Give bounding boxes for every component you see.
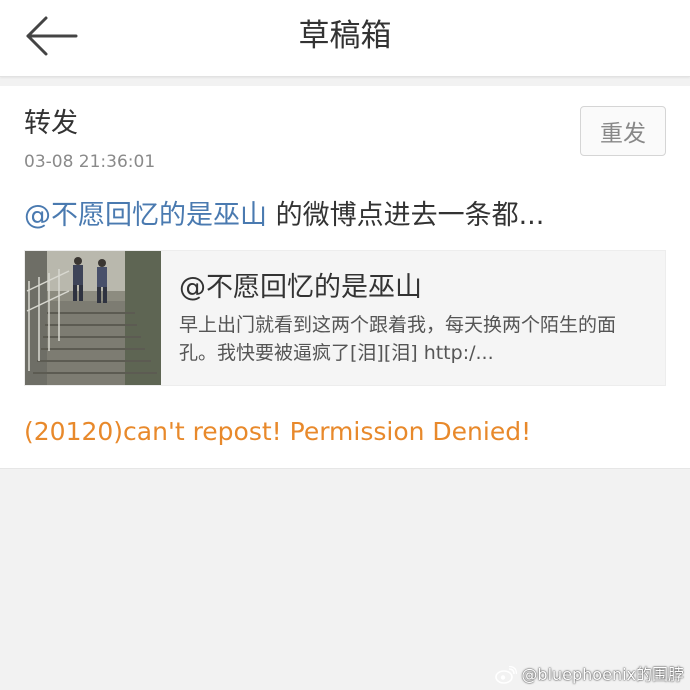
quoted-post-author: @不愿回忆的是巫山 [179, 272, 422, 303]
weibo-logo-icon [495, 666, 518, 684]
error-message: (20120)can't repost! Permission Denied! [24, 417, 532, 446]
top-bar: 草稿箱 [0, 0, 690, 77]
draft-item[interactable]: 转发 03-08 21:36:01 重发 @不愿回忆的是巫山 的微博点进去一条都… [0, 86, 690, 469]
draft-timestamp: 03-08 21:36:01 [24, 152, 156, 172]
post-text-rest: 的微博点进去一条都... [267, 200, 545, 231]
quoted-post-body: 早上出门就看到这两个跟着我，每天换两个陌生的面孔。我快要被逼疯了[泪][泪] h… [179, 314, 617, 364]
quoted-post[interactable]: @不愿回忆的是巫山 早上出门就看到这两个跟着我，每天换两个陌生的面孔。我快要被逼… [24, 250, 666, 386]
resend-button[interactable]: 重发 [580, 106, 666, 156]
page-title: 草稿箱 [298, 18, 392, 54]
user-mention-link[interactable]: @不愿回忆的是巫山 [24, 200, 267, 231]
draft-type-label: 转发 [24, 108, 78, 139]
watermark-text: @bluephoenix的围脖 [521, 665, 684, 684]
post-text: @不愿回忆的是巫山 的微博点进去一条都... [24, 196, 664, 236]
watermark: @bluephoenix的围脖 [495, 664, 684, 686]
quoted-post-thumbnail [25, 251, 161, 385]
